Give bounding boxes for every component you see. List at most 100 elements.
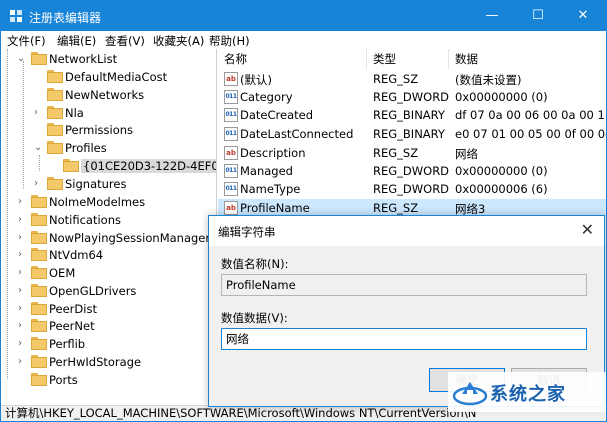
value-name: DateCreated xyxy=(240,108,313,122)
value-name: ProfileName xyxy=(240,201,310,215)
string-value-icon: ab xyxy=(224,72,238,86)
menu-view[interactable]: 查看(V) xyxy=(105,33,145,49)
chevron-right-icon[interactable]: › xyxy=(18,232,28,244)
value-name: DateLastConnected xyxy=(240,127,354,141)
tree-item-label: Profiles xyxy=(65,141,107,155)
tree-item-label: Ports xyxy=(49,373,78,387)
chevron-right-icon[interactable]: › xyxy=(18,249,28,261)
table-row[interactable]: 011 Managed REG_DWORD 0x00000000 (0) xyxy=(218,162,606,180)
value-type: REG_SZ xyxy=(373,72,419,86)
chevron-right-icon[interactable]: › xyxy=(18,285,28,297)
tree-item-label: NewNetworks xyxy=(65,88,145,102)
table-row[interactable]: 011 DateCreated REG_BINARY df 07 0a 00 0… xyxy=(218,106,606,124)
folder-icon xyxy=(47,70,63,83)
value-name: Managed xyxy=(240,164,293,178)
folder-icon xyxy=(31,213,47,226)
binary-value-icon: 011 xyxy=(224,90,238,104)
chevron-right-icon[interactable]: › xyxy=(34,107,44,119)
value-name: Description xyxy=(240,146,306,160)
tree-item-label: OpenGLDrivers xyxy=(49,284,137,298)
value-data: df 07 0a 00 06 00 0a 00 11 0 xyxy=(455,108,606,122)
chevron-right-icon[interactable]: › xyxy=(18,196,28,208)
maximize-button[interactable]: ☐ xyxy=(515,1,561,31)
tree-item-label: PeerDist xyxy=(49,302,97,316)
menu-edit[interactable]: 编辑(E) xyxy=(57,33,96,49)
chevron-down-icon[interactable]: ⌄ xyxy=(17,53,27,65)
tree-item-label: Perflib xyxy=(49,337,86,351)
tree-item-label: Notifications xyxy=(49,213,121,227)
menu-favorites[interactable]: 收藏夹(A) xyxy=(153,33,204,49)
folder-icon xyxy=(31,337,47,350)
close-icon[interactable]: ✕ xyxy=(581,220,594,239)
folder-icon xyxy=(31,52,47,65)
folder-icon xyxy=(31,302,47,315)
chevron-right-icon[interactable]: › xyxy=(18,214,28,226)
menu-help[interactable]: 帮助(H) xyxy=(209,33,250,49)
folder-icon xyxy=(47,106,63,119)
tree-item-label: OEM xyxy=(49,266,76,280)
value-data-field[interactable] xyxy=(221,328,587,350)
dialog-title-bar: 编辑字符串 ✕ xyxy=(209,216,604,246)
table-row[interactable]: 011 NameType REG_DWORD 0x00000006 (6) xyxy=(218,180,606,198)
binary-value-icon: 011 xyxy=(224,182,238,196)
value-name: (默认) xyxy=(240,73,272,87)
menu-bar: 文件(F) 编辑(E) 查看(V) 收藏夹(A) 帮助(H) xyxy=(1,31,606,49)
tree-item-label: Signatures xyxy=(65,177,127,191)
folder-icon xyxy=(31,355,47,368)
folder-icon xyxy=(47,88,63,101)
column-header-type[interactable]: 类型 xyxy=(373,49,396,69)
chevron-down-icon[interactable]: ⌄ xyxy=(34,142,44,154)
menu-file[interactable]: 文件(F) xyxy=(7,33,46,49)
chevron-right-icon[interactable]: › xyxy=(18,338,28,350)
value-name: Category xyxy=(240,90,293,104)
chevron-right-icon[interactable]: › xyxy=(18,303,28,315)
table-row[interactable]: ab Description REG_SZ 网络 xyxy=(218,144,606,162)
column-header-data[interactable]: 数据 xyxy=(455,49,478,69)
string-value-icon: ab xyxy=(224,146,238,160)
minimize-button[interactable]: — xyxy=(469,1,515,31)
registry-tree[interactable]: ⌄ NetworkList DefaultMediaCost NewNetwor… xyxy=(1,49,217,405)
tree-guide-line xyxy=(23,61,24,189)
tree-item-label: NowPlayingSessionManager xyxy=(49,231,211,245)
folder-icon xyxy=(63,159,79,172)
tree-item-label: NoImeModelmes xyxy=(49,195,146,209)
value-name: NameType xyxy=(240,182,301,196)
column-divider[interactable] xyxy=(366,49,367,69)
value-data: (数值未设置) xyxy=(455,73,522,87)
value-type: REG_DWORD xyxy=(373,182,450,196)
value-type: REG_BINARY xyxy=(373,127,445,141)
tree-item-label: Nla xyxy=(65,106,84,120)
folder-icon xyxy=(47,177,63,190)
value-type: REG_BINARY xyxy=(373,108,445,122)
folder-icon xyxy=(31,319,47,332)
value-type: REG_DWORD xyxy=(373,164,450,178)
folder-icon xyxy=(31,373,47,386)
column-divider[interactable] xyxy=(448,49,449,69)
folder-icon xyxy=(47,141,63,154)
folder-icon xyxy=(31,248,47,261)
site-watermark: 系统之家 xyxy=(448,372,606,412)
table-row[interactable]: 011 DateLastConnected REG_BINARY e0 07 0… xyxy=(218,125,606,143)
value-data-label: 数值数据(V): xyxy=(221,311,288,325)
table-row[interactable]: ab (默认) REG_SZ (数值未设置) xyxy=(218,70,606,88)
tree-item-label: PeerNet xyxy=(49,319,95,333)
tree-guide-line xyxy=(7,49,8,379)
folder-icon xyxy=(31,266,47,279)
chevron-right-icon[interactable]: › xyxy=(18,356,28,368)
chevron-right-icon[interactable]: › xyxy=(34,178,44,190)
value-name-field xyxy=(221,274,587,296)
chevron-right-icon[interactable]: › xyxy=(18,320,28,332)
table-row[interactable]: 011 Category REG_DWORD 0x00000000 (0) xyxy=(218,88,606,106)
close-button[interactable]: ✕ xyxy=(560,1,606,31)
column-header-name[interactable]: 名称 xyxy=(224,49,247,69)
value-data: 网络 xyxy=(455,147,478,161)
tree-item-label: NtVdm64 xyxy=(49,248,104,262)
tree-guide-line xyxy=(39,155,40,171)
folder-icon xyxy=(47,123,63,136)
tree-item-label: PerHwIdStorage xyxy=(49,355,142,369)
value-data: e0 07 01 00 05 00 0f 00 0e 0 xyxy=(455,127,606,141)
binary-value-icon: 011 xyxy=(224,164,238,178)
title-bar: 注册表编辑器 — ☐ ✕ xyxy=(1,1,606,31)
watermark-logo-icon xyxy=(452,382,488,406)
chevron-right-icon[interactable]: › xyxy=(18,267,28,279)
